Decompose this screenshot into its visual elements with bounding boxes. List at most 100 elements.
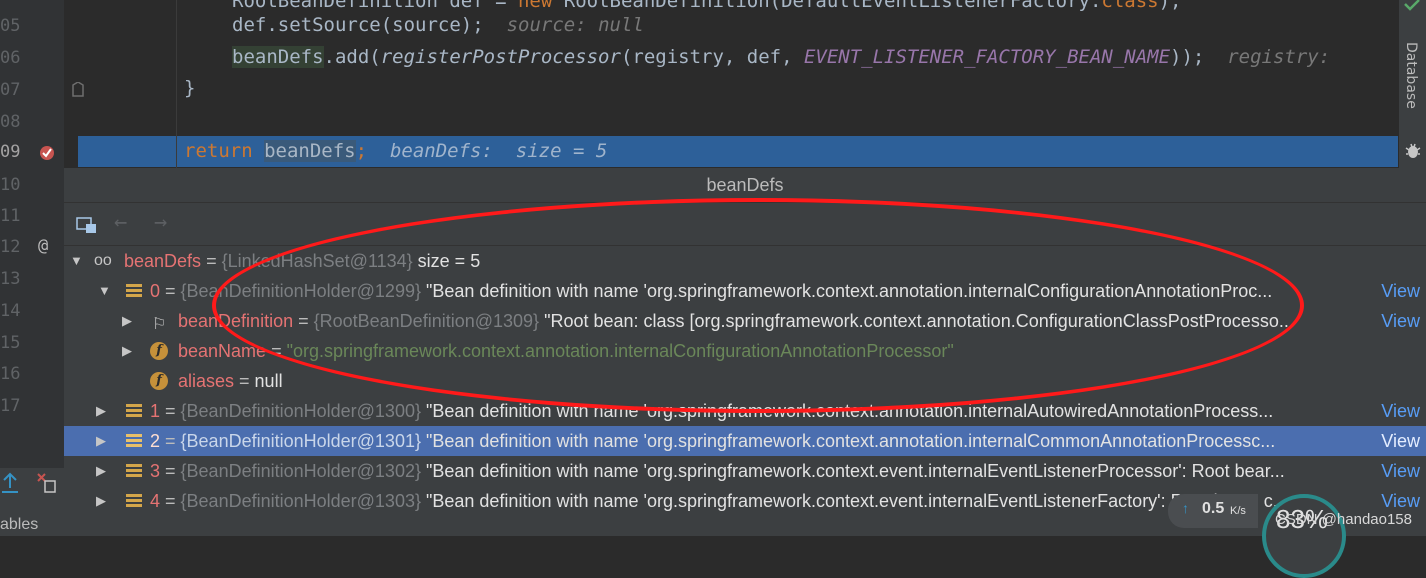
- indent-guide: [176, 0, 177, 168]
- variables-tab-label[interactable]: ables: [0, 516, 38, 534]
- override-annotation-icon: @: [38, 236, 49, 256]
- var-name: beanDefs: [124, 251, 202, 271]
- code-text: ));: [1170, 46, 1205, 68]
- code-method: registerPostProcessor: [380, 46, 621, 68]
- collapsed-arrow-icon[interactable]: ▶: [96, 396, 110, 426]
- equals-sign: =: [160, 461, 181, 481]
- inline-hint: source: null: [506, 14, 644, 36]
- collapsed-arrow-icon[interactable]: ▶: [96, 486, 110, 516]
- line-number: 15: [0, 333, 21, 353]
- restore-layout-icon[interactable]: [36, 472, 58, 496]
- code-constant: EVENT_LISTENER_FACTORY_BEAN_NAME: [803, 46, 1171, 68]
- code-var: beanDefs: [232, 46, 324, 68]
- line-number: 05: [0, 16, 21, 36]
- upload-icon[interactable]: [0, 472, 22, 496]
- equals-sign: =: [201, 251, 222, 271]
- var-ref: {BeanDefinitionHolder@1300}: [180, 401, 421, 421]
- forward-arrow-icon[interactable]: →: [154, 210, 167, 235]
- var-value: "Bean definition with name 'org.springfr…: [420, 491, 1288, 511]
- var-name: 4: [150, 491, 161, 511]
- var-name: 3: [150, 461, 161, 481]
- code-line-06: beanDefs.add(registerPostProcessor(regis…: [232, 42, 1330, 73]
- line-number: 14: [0, 301, 21, 321]
- var-value: "Bean definition with name 'org.springfr…: [420, 461, 1285, 481]
- list-element-icon: [126, 404, 142, 418]
- back-arrow-icon[interactable]: ←: [114, 210, 127, 235]
- list-element-icon: [126, 464, 142, 478]
- collapsed-arrow-icon[interactable]: ▶: [122, 306, 136, 336]
- code-keyword: return: [184, 140, 253, 162]
- var-name: aliases: [178, 371, 235, 391]
- equals-sign: =: [160, 491, 181, 511]
- view-link[interactable]: View: [1377, 426, 1420, 456]
- var-name: 0: [150, 281, 161, 301]
- equals-sign: =: [234, 371, 255, 391]
- view-link[interactable]: View: [1377, 456, 1420, 486]
- bug-icon[interactable]: [1405, 142, 1421, 160]
- line-number-gutter[interactable]: 05 06 07 08 09 10 11 12 13 14 15 16 17 @: [0, 0, 84, 536]
- tree-row-selected[interactable]: ▶ 2 = {BeanDefinitionHolder@1301} "Bean …: [64, 426, 1426, 456]
- code-line-07: }: [184, 73, 195, 104]
- view-link[interactable]: View: [1377, 306, 1420, 336]
- watch-glasses-icon: oo: [94, 252, 112, 269]
- code-text: .add(: [323, 46, 381, 68]
- inline-hint: registry:: [1227, 46, 1331, 68]
- view-link[interactable]: View: [1377, 276, 1420, 306]
- annotation-ellipse: [212, 198, 1304, 413]
- code-text: (registry, def,: [620, 46, 804, 68]
- collapsed-arrow-icon[interactable]: ▶: [96, 426, 110, 456]
- var-name: 1: [150, 401, 161, 421]
- var-name: 2: [150, 431, 161, 451]
- var-value: "Bean definition with name 'org.springfr…: [420, 431, 1276, 451]
- code-text: }: [184, 77, 196, 99]
- collapsed-arrow-icon[interactable]: ▶: [122, 336, 136, 366]
- line-number: 06: [0, 48, 21, 68]
- network-speed-widget: ↑ 0.5 K/s: [1168, 494, 1258, 528]
- upload-arrow-icon: ↑: [1182, 500, 1189, 516]
- field-icon: f: [150, 372, 168, 390]
- equals-sign: =: [160, 401, 181, 421]
- list-element-icon: [126, 284, 142, 298]
- fold-marker-icon[interactable]: [70, 82, 86, 98]
- list-element-icon: [126, 494, 142, 508]
- equals-sign: =: [160, 281, 181, 301]
- list-element-icon: [126, 434, 142, 448]
- line-number: 12: [0, 237, 21, 257]
- code-text: ;: [355, 140, 368, 162]
- watch-add-icon[interactable]: [76, 215, 98, 235]
- view-link[interactable]: View: [1377, 396, 1420, 426]
- code-line-05: def.setSource(source); source: null: [232, 10, 644, 41]
- code-editor[interactable]: RootBeanDefinition def = new RootBeanDef…: [64, 0, 1398, 168]
- line-number: 09: [0, 142, 21, 162]
- debug-side-toolbar: ables: [0, 468, 64, 536]
- tree-row[interactable]: ▶ 3 = {BeanDefinitionHolder@1302} "Bean …: [64, 456, 1426, 486]
- code-text: def.setSource(source);: [232, 14, 484, 36]
- line-number: 17: [0, 396, 21, 416]
- var-ref: {BeanDefinitionHolder@1301}: [180, 431, 421, 451]
- equals-sign: =: [160, 431, 181, 451]
- line-number: 11: [0, 206, 21, 226]
- breakpoint-icon[interactable]: [38, 143, 58, 163]
- flag-icon: ⚐: [152, 316, 167, 333]
- line-number: 08: [0, 112, 21, 132]
- line-number: 10: [0, 175, 21, 195]
- check-icon: [1404, 0, 1420, 11]
- percent-gauge: 83%: [1262, 494, 1346, 578]
- line-number: 07: [0, 80, 21, 100]
- var-value: null: [254, 371, 283, 391]
- expanded-arrow-icon[interactable]: ▼: [98, 276, 112, 306]
- speed-value: 0.5: [1202, 500, 1225, 517]
- line-number: 13: [0, 269, 21, 289]
- collapsed-arrow-icon[interactable]: ▶: [96, 456, 110, 486]
- line-number: 16: [0, 364, 21, 384]
- database-tab[interactable]: Database: [1403, 42, 1419, 109]
- inline-hint: beanDefs: size = 5: [389, 140, 608, 162]
- var-ref: {BeanDefinitionHolder@1302}: [180, 461, 421, 481]
- expanded-arrow-icon[interactable]: ▼: [70, 246, 84, 276]
- watermark: CSDN @handao158: [1275, 511, 1412, 528]
- code-line-09: return beanDefs; beanDefs: size = 5: [184, 136, 607, 167]
- speed-unit: K/s: [1230, 505, 1246, 517]
- code-var: beanDefs: [264, 140, 356, 162]
- var-ref: {BeanDefinitionHolder@1303}: [180, 491, 421, 511]
- field-icon: f: [150, 342, 168, 360]
